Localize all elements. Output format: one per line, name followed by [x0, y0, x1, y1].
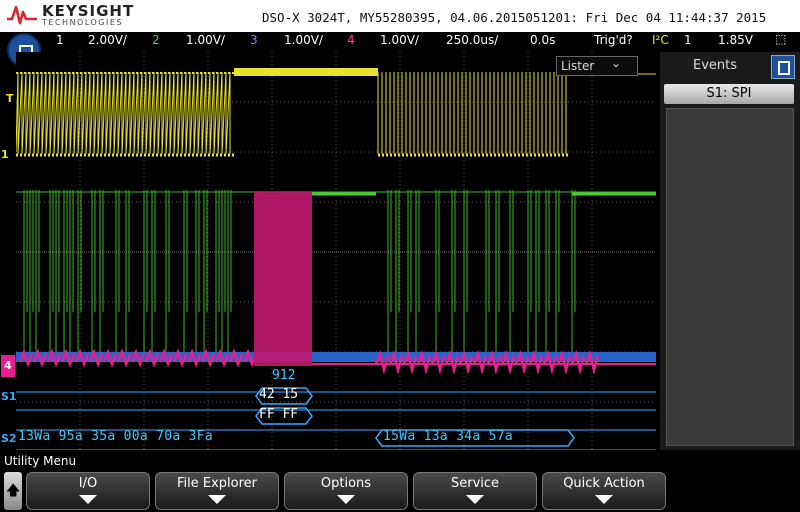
- arrow-down-icon: [337, 495, 355, 504]
- decode-counter: 912: [272, 368, 296, 383]
- arrow-down-icon: [79, 495, 97, 504]
- events-panel-icon[interactable]: [771, 55, 795, 79]
- trigger-status: Trig'd?: [594, 33, 633, 47]
- s1-decode-packet-1[interactable]: 42 15: [259, 387, 298, 402]
- trigger-level[interactable]: 1.85V: [718, 33, 753, 47]
- lister-button[interactable]: Lister ⌄: [556, 56, 638, 76]
- ch4-waveform: [18, 192, 656, 375]
- ch2-waveform: [16, 190, 656, 352]
- s2-decode-packet-1[interactable]: 13Wa 95a 35a 00a 70a 3Fa: [18, 429, 213, 444]
- lister-label: Lister: [561, 59, 595, 73]
- softkey-file-explorer[interactable]: File Explorer: [155, 472, 279, 510]
- s2-bus-marker[interactable]: S2: [1, 432, 17, 445]
- arrow-down-icon: [466, 495, 484, 504]
- delay[interactable]: 0.0s: [530, 33, 555, 47]
- chevron-down-icon: ⌄: [611, 56, 622, 70]
- capture-icon[interactable]: ⬚: [775, 32, 786, 46]
- softkey-quick-action[interactable]: Quick Action: [542, 472, 666, 510]
- ch2-number[interactable]: 2: [152, 33, 160, 47]
- ch4-number[interactable]: 4: [347, 33, 355, 47]
- menu-title: Utility Menu: [4, 454, 77, 468]
- ch1-number[interactable]: 1: [56, 33, 64, 47]
- arrow-down-icon: [208, 495, 226, 504]
- arrow-up-icon: 🡅: [6, 483, 21, 499]
- event-list[interactable]: [666, 108, 794, 446]
- trigger-mode[interactable]: I²C: [652, 33, 669, 47]
- trigger-source[interactable]: 1: [684, 33, 692, 47]
- ch4-scale[interactable]: 1.00V/: [380, 33, 419, 47]
- channel-settings-bar: 1 2.00V/ 2 1.00V/ 3 1.00V/ 4 1.00V/ 250.…: [0, 32, 800, 50]
- softkey-options[interactable]: Options: [284, 472, 408, 510]
- waveform-canvas: [16, 52, 656, 450]
- arrow-down-icon: [595, 495, 613, 504]
- timebase[interactable]: 250.0us/: [446, 33, 498, 47]
- s2-decode-packet-2[interactable]: 15Wa 13a 34a 57a: [383, 429, 513, 444]
- softkey-service[interactable]: Service: [413, 472, 537, 510]
- s1-bus-marker[interactable]: S1: [1, 390, 17, 403]
- trigger-level-marker[interactable]: T: [6, 92, 14, 105]
- ch4-ground-marker[interactable]: 4: [1, 355, 15, 377]
- waveform-display[interactable]: [16, 52, 656, 450]
- ch1-ground-marker[interactable]: 1: [1, 148, 9, 161]
- device-info: DSO-X 3024T, MY55280395, 04.06.201505120…: [262, 10, 767, 25]
- event-source-button[interactable]: S1: SPI: [664, 84, 794, 104]
- ch3-number[interactable]: 3: [250, 33, 258, 47]
- s1-decode-packet-2[interactable]: FF FF: [259, 407, 298, 422]
- softkey-io[interactable]: I/O: [26, 472, 150, 510]
- events-title: Events: [692, 58, 737, 73]
- ch2-scale[interactable]: 1.00V/: [186, 33, 225, 47]
- ch3-scale[interactable]: 1.00V/: [284, 33, 323, 47]
- brand-subtitle: TECHNOLOGIES: [42, 18, 123, 27]
- ch1-scale[interactable]: 2.00V/: [88, 33, 127, 47]
- menu-up-button[interactable]: 🡅: [4, 472, 22, 510]
- ch1-waveform: [16, 68, 656, 157]
- keysight-logo-icon: [7, 5, 37, 25]
